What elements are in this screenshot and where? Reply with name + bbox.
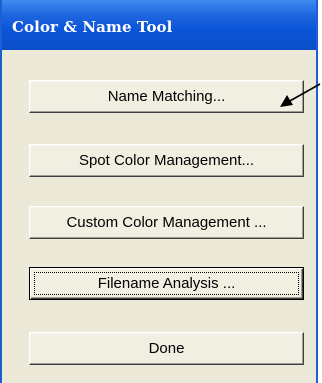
custom-color-management-button-label: Custom Color Management ... <box>66 214 267 231</box>
arrow-icon <box>280 83 321 107</box>
title-bar[interactable]: Color & Name Tool <box>2 0 316 50</box>
filename-analysis-button[interactable]: Filename Analysis ... <box>29 267 304 300</box>
done-button-label: Done <box>148 340 185 357</box>
spot-color-management-button-label: Spot Color Management... <box>78 152 255 169</box>
window-title: Color & Name Tool <box>12 18 173 36</box>
name-matching-button-label: Name Matching... <box>107 88 226 105</box>
filename-analysis-button-label: Filename Analysis ... <box>97 275 236 292</box>
color-name-tool-window: Color & Name Tool Name Matching... Spot … <box>0 0 318 383</box>
done-button[interactable]: Done <box>29 332 304 365</box>
spot-color-management-button[interactable]: Spot Color Management... <box>29 144 304 177</box>
custom-color-management-button[interactable]: Custom Color Management ... <box>29 206 304 239</box>
name-matching-button[interactable]: Name Matching... <box>29 80 304 113</box>
